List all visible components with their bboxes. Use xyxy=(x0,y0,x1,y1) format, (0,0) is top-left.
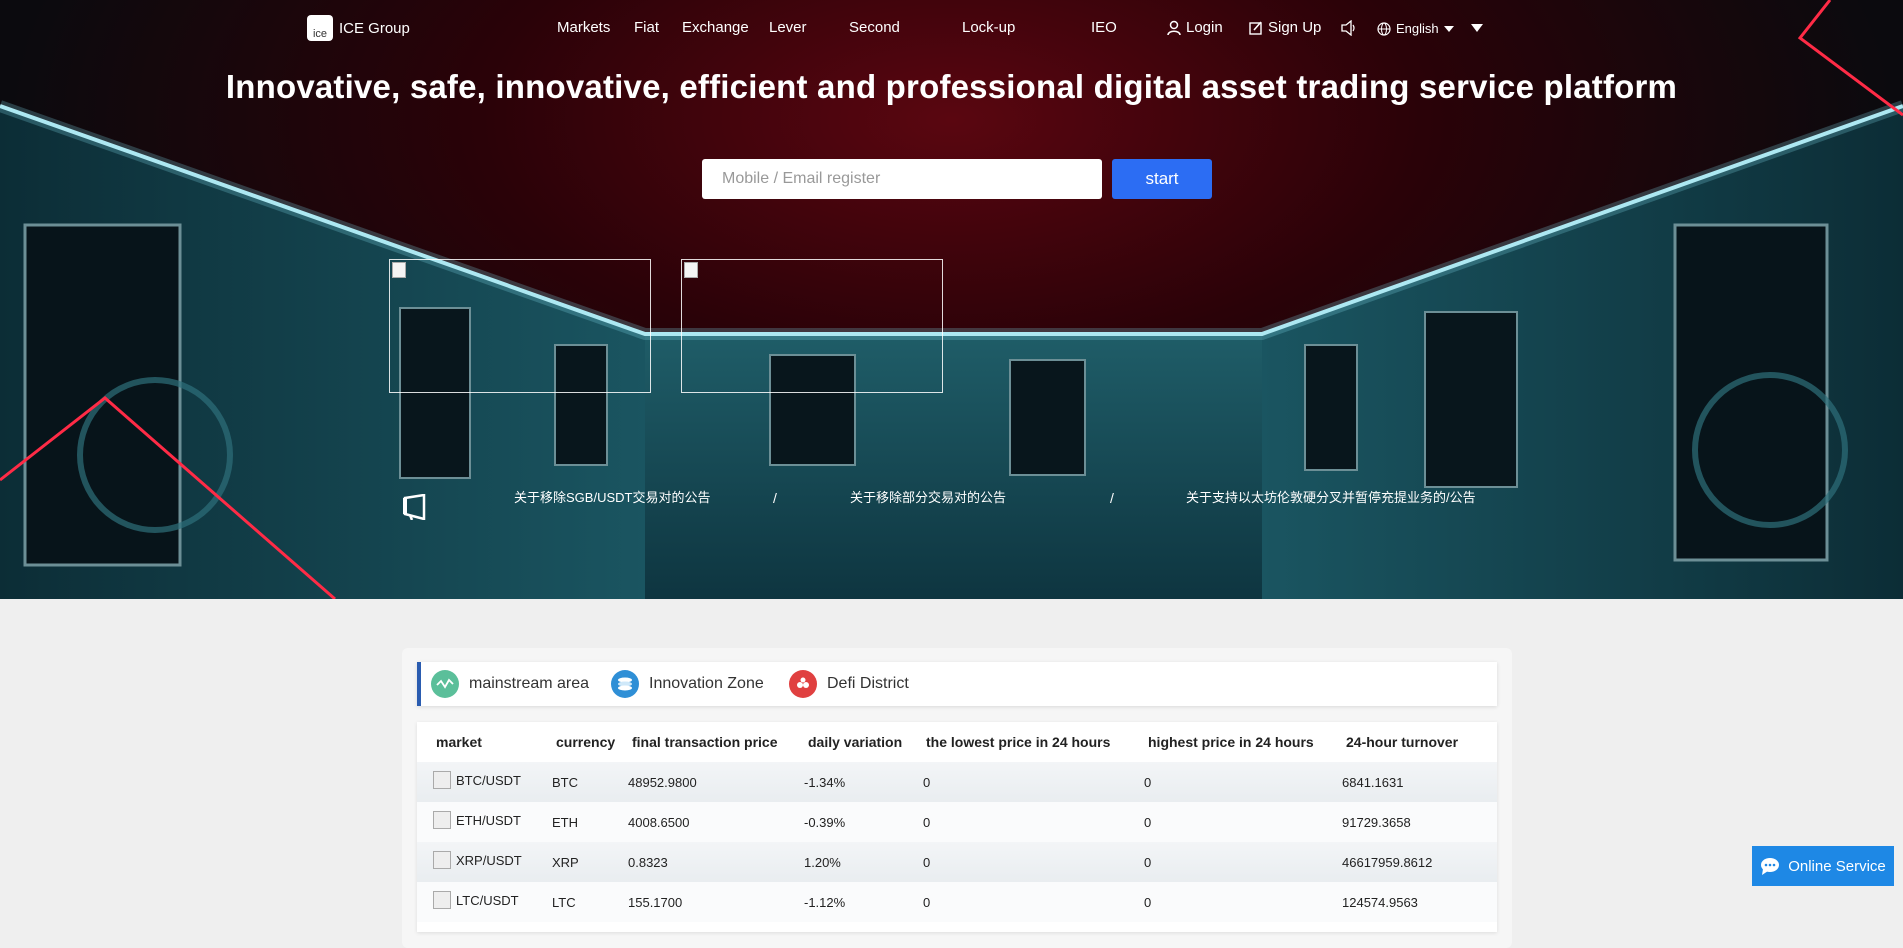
online-service-button[interactable]: Online Service xyxy=(1752,846,1894,886)
tab-mainstream-area[interactable]: mainstream area xyxy=(431,670,589,698)
notice-item[interactable]: 关于移除SGB/USDT交易对的公告 xyxy=(514,490,710,506)
signup-link[interactable]: Sign Up xyxy=(1249,19,1321,36)
currency: XRP xyxy=(552,855,579,870)
market-pair: XRP/USDT xyxy=(456,853,522,868)
market-tabs: mainstream area Innovation Zone Defi Dis… xyxy=(417,662,1497,706)
wave-icon xyxy=(431,670,459,698)
high-24h: 0 xyxy=(1144,815,1152,830)
low-24h: 0 xyxy=(923,815,931,830)
tab-defi-district[interactable]: Defi District xyxy=(789,670,909,698)
globe-icon xyxy=(1377,21,1391,36)
currency: LTC xyxy=(552,895,576,910)
high-24h: 0 xyxy=(1144,775,1152,790)
coin-image xyxy=(433,891,451,909)
tab-innovation-zone[interactable]: Innovation Zone xyxy=(611,670,764,698)
menu-caret-down-icon[interactable] xyxy=(1471,24,1483,32)
nav-second[interactable]: Second xyxy=(849,19,900,36)
chat-icon xyxy=(1761,858,1780,875)
online-service-label: Online Service xyxy=(1788,857,1886,875)
tab-label: mainstream area xyxy=(469,675,590,692)
turnover-24h: 46617959.8612 xyxy=(1342,855,1433,870)
megaphone-icon xyxy=(403,494,426,520)
broken-image-icon xyxy=(392,262,406,278)
speaker-icon[interactable] xyxy=(1340,20,1358,36)
low-24h: 0 xyxy=(923,855,931,870)
login-link[interactable]: Login xyxy=(1167,19,1223,36)
column-header[interactable]: daily variation xyxy=(808,734,902,750)
logo-mark-text: ice xyxy=(312,28,328,40)
final-price: 155.1700 xyxy=(628,895,683,910)
login-label: Login xyxy=(1186,19,1223,36)
table-row[interactable]: BTC/USDT BTC 48952.9800 -1.34% 0 0 6841.… xyxy=(417,762,1497,802)
nav-exchange[interactable]: Exchange xyxy=(682,19,749,36)
market-pair: BTC/USDT xyxy=(456,773,521,788)
notice-separator: / xyxy=(1110,490,1114,506)
final-price: 48952.9800 xyxy=(628,775,697,790)
brand-name: ICE Group xyxy=(339,19,410,37)
user-icon xyxy=(1167,20,1181,35)
turnover-24h: 124574.9563 xyxy=(1342,895,1418,910)
language-selector[interactable]: English xyxy=(1377,21,1454,36)
table-row[interactable]: ETH/USDT ETH 4008.6500 -0.39% 0 0 91729.… xyxy=(417,802,1497,842)
notice-separator: / xyxy=(773,490,777,506)
currency: ETH xyxy=(552,815,578,830)
column-header[interactable]: 24-hour turnover xyxy=(1346,734,1458,750)
currency: BTC xyxy=(552,775,578,790)
final-price: 0.8323 xyxy=(628,855,668,870)
promo-banner-2[interactable] xyxy=(681,259,943,393)
final-price: 4008.6500 xyxy=(628,815,690,830)
daily-variation: -1.34% xyxy=(804,775,846,790)
turnover-24h: 6841.1631 xyxy=(1342,775,1404,790)
notice-item[interactable]: 关于支持以太坊伦敦硬分叉并暂停充提业务的/公告 xyxy=(1186,490,1476,506)
broken-image-icon xyxy=(684,262,698,278)
column-header[interactable]: market xyxy=(436,734,482,750)
nav-ieo[interactable]: IEO xyxy=(1091,19,1117,36)
top-navigation: ice ICE Group Markets Fiat Exchange Leve… xyxy=(0,0,1903,56)
daily-variation: -1.12% xyxy=(804,895,846,910)
tab-label: Defi District xyxy=(827,675,909,692)
ice-logo-icon: ice xyxy=(307,15,333,41)
coin-image xyxy=(433,811,451,829)
column-header[interactable]: currency xyxy=(556,734,615,750)
coin-stack-icon xyxy=(611,670,639,698)
market-pair: LTC/USDT xyxy=(456,893,519,908)
nav-lock-up[interactable]: Lock-up xyxy=(962,19,1015,36)
coin-image xyxy=(433,771,451,789)
defi-icon xyxy=(789,670,817,698)
register-input[interactable] xyxy=(702,159,1102,199)
turnover-24h: 91729.3658 xyxy=(1342,815,1411,830)
column-header[interactable]: the lowest price in 24 hours xyxy=(926,734,1110,750)
low-24h: 0 xyxy=(923,775,931,790)
caret-down-icon xyxy=(1443,25,1454,32)
nav-markets[interactable]: Markets xyxy=(557,19,610,36)
market-pair: ETH/USDT xyxy=(456,813,521,828)
column-header[interactable]: final transaction price xyxy=(632,734,777,750)
start-button[interactable]: start xyxy=(1112,159,1212,199)
daily-variation: -0.39% xyxy=(804,815,846,830)
low-24h: 0 xyxy=(923,895,931,910)
high-24h: 0 xyxy=(1144,855,1152,870)
hero-title: Innovative, safe, innovative, efficient … xyxy=(225,68,1678,105)
language-label: English xyxy=(1396,21,1439,36)
high-24h: 0 xyxy=(1144,895,1152,910)
coin-image xyxy=(433,851,451,869)
nav-fiat[interactable]: Fiat xyxy=(634,19,659,36)
table-row[interactable]: XRP/USDT XRP 0.8323 1.20% 0 0 46617959.8… xyxy=(417,842,1497,882)
tab-label: Innovation Zone xyxy=(649,675,764,692)
nav-lever[interactable]: Lever xyxy=(769,19,807,36)
daily-variation: 1.20% xyxy=(804,855,841,870)
edit-icon xyxy=(1249,20,1262,35)
column-header[interactable]: highest price in 24 hours xyxy=(1148,734,1314,750)
promo-banner-1[interactable] xyxy=(389,259,651,393)
signup-label: Sign Up xyxy=(1268,19,1322,36)
market-table: market currency final transaction price … xyxy=(417,722,1497,932)
table-row[interactable]: LTC/USDT LTC 155.1700 -1.12% 0 0 124574.… xyxy=(417,882,1497,922)
notice-item[interactable]: 关于移除部分交易对的公告 xyxy=(850,490,1006,506)
brand-logo[interactable]: ice ICE Group xyxy=(307,15,410,41)
